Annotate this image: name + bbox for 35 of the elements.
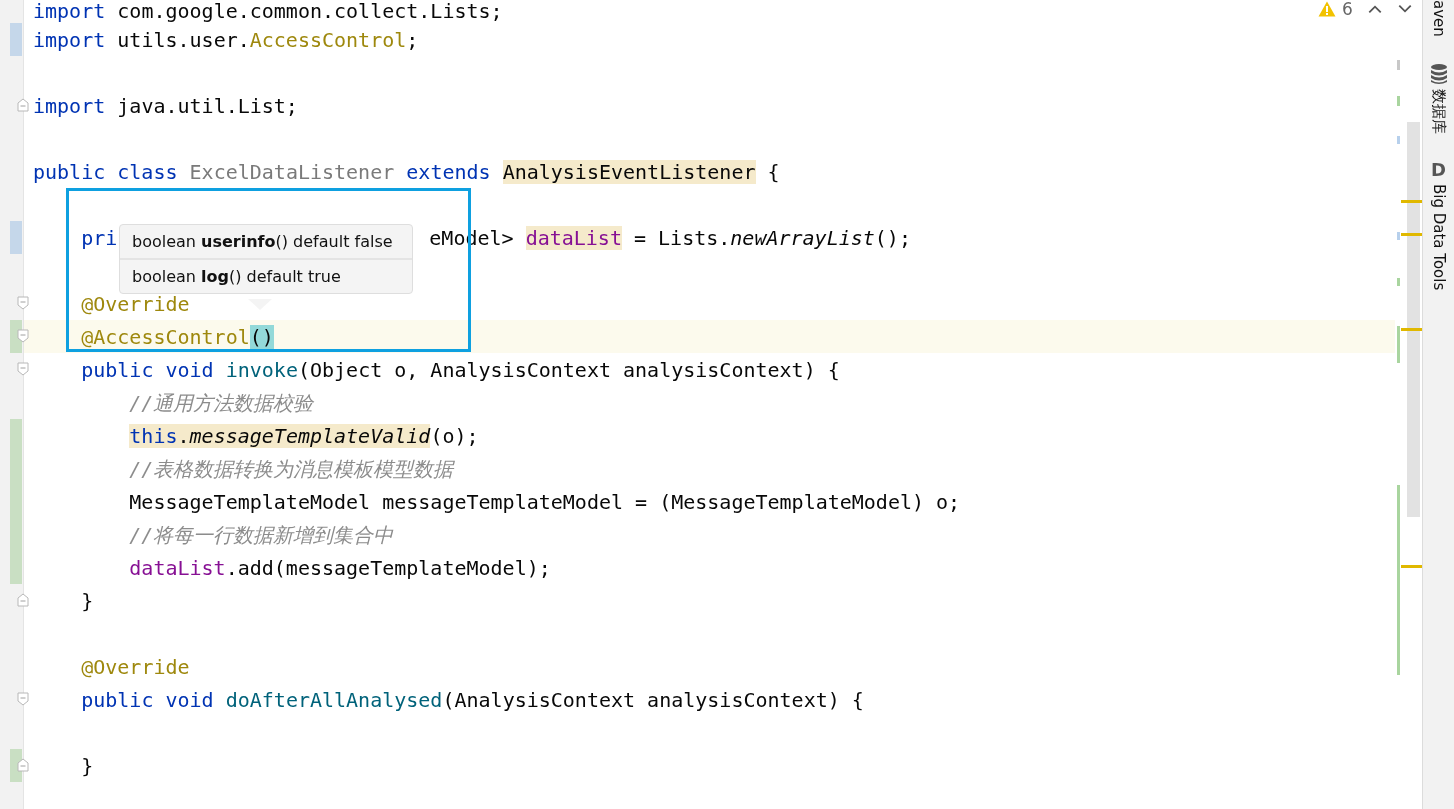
- code-line: MessageTemplateModel messageTemplateModel = (MessageTemplateModel) o;: [128, 489, 961, 514]
- chevron-up-icon[interactable]: [1366, 3, 1383, 15]
- database-icon: [1429, 62, 1448, 85]
- tool-window-button[interactable]: D Big Data Tools: [1428, 159, 1449, 291]
- code-line: @Override: [80, 654, 190, 679]
- code-line: //表格数据转换为消息模板模型数据: [128, 456, 454, 481]
- code-line: @AccessControl(): [80, 324, 274, 349]
- code-line: import utils.user.AccessControl;: [33, 27, 419, 52]
- tool-window-button[interactable]: 数据库: [1428, 62, 1449, 134]
- warning-count: 6: [1342, 0, 1353, 18]
- letter-icon: D: [1431, 159, 1446, 180]
- suggestion-item[interactable]: boolean userinfo() default false: [120, 225, 412, 258]
- code-editor[interactable]: [0, 0, 1395, 809]
- fold-icon[interactable]: [17, 296, 29, 310]
- warning-icon[interactable]: [1318, 1, 1336, 17]
- code-line: public void invoke(Object o, AnalysisContext analysisContext) {: [80, 357, 840, 382]
- code-line: import java.util.List;: [33, 93, 298, 118]
- fold-icon[interactable]: [17, 593, 29, 607]
- code-line: public class ExcelDataListener extends AnalysisEventListener {: [33, 159, 780, 184]
- suggestion-item[interactable]: boolean log() default true: [120, 258, 412, 293]
- code-line: //将每一行数据新增到集合中: [128, 522, 394, 547]
- code-line: }: [80, 753, 94, 778]
- code-line: dataList.add(messageTemplateModel);: [128, 555, 551, 580]
- code-line: }: [80, 588, 94, 613]
- fold-icon[interactable]: [17, 692, 29, 706]
- fold-icon[interactable]: [17, 329, 29, 343]
- code-line: public void doAfterAllAnalysed(AnalysisContext analysisContext) {: [80, 687, 864, 712]
- tool-window-button[interactable]: aven: [1428, 0, 1449, 37]
- fold-icon[interactable]: [17, 362, 29, 376]
- code-line: import com.google.common.collect.Lists;: [33, 0, 503, 23]
- code-line: //通用方法数据校验: [128, 390, 314, 415]
- fold-icon[interactable]: [17, 758, 29, 772]
- chevron-down-icon[interactable]: [1396, 3, 1413, 15]
- fold-icon[interactable]: [17, 98, 29, 112]
- code-line: @Override: [80, 291, 190, 316]
